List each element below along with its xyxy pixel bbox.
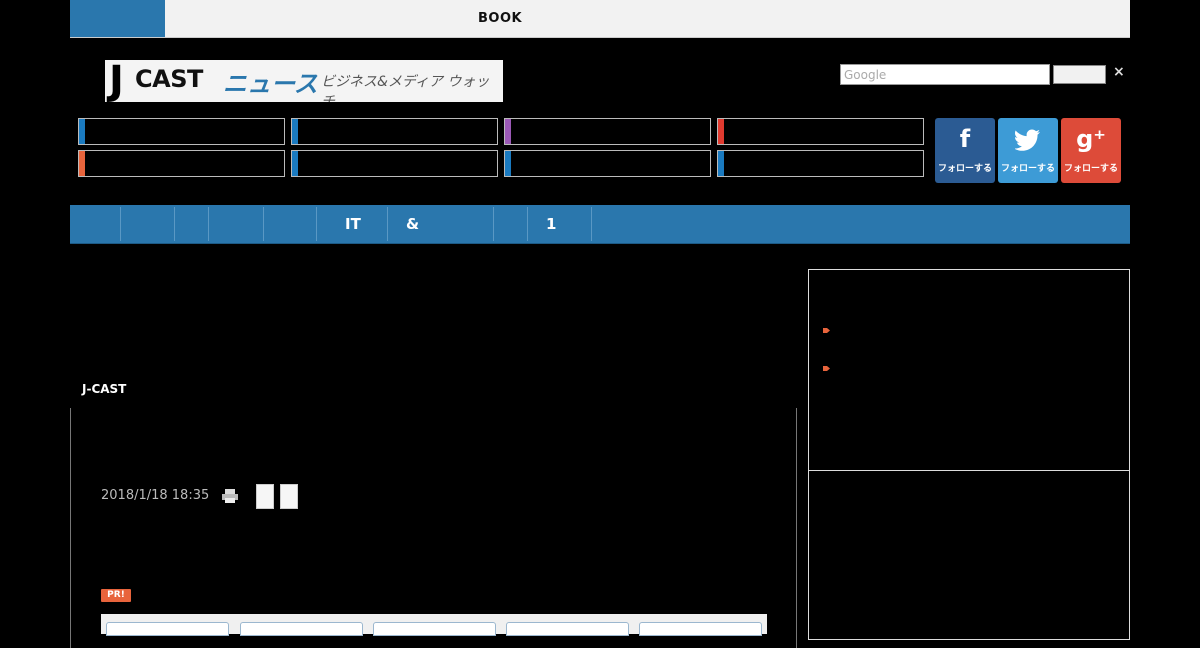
logo-j: J xyxy=(109,60,124,102)
nav-separator xyxy=(591,207,592,241)
breadcrumb[interactable]: J-CAST xyxy=(82,382,126,396)
category-box[interactable] xyxy=(78,150,285,177)
main-nav: IT & 1 xyxy=(70,205,1130,244)
nav-separator xyxy=(316,207,317,241)
pr-badge: PR! xyxy=(101,589,131,602)
nav-separator xyxy=(208,207,209,241)
google-plus-icon: g⁺ xyxy=(1076,125,1106,153)
category-box[interactable] xyxy=(717,150,924,177)
related-tab[interactable] xyxy=(639,622,762,636)
share-button[interactable] xyxy=(280,484,298,509)
related-tab[interactable] xyxy=(506,622,629,636)
twitter-icon xyxy=(998,124,1058,156)
facebook-follow-button[interactable]: f フォローする xyxy=(935,118,995,183)
close-icon[interactable]: × xyxy=(1113,64,1125,80)
logo-tagline: ビジネス&メディア ウォッチ xyxy=(321,74,490,102)
category-box[interactable] xyxy=(504,150,711,177)
bullet-arrow-icon xyxy=(823,318,830,333)
category-box[interactable] xyxy=(291,118,498,145)
nav-separator xyxy=(527,207,528,241)
site-logo[interactable]: J CAST ニュース ビジネス&メディア ウォッチ xyxy=(105,60,503,102)
nav-separator xyxy=(493,207,494,241)
google-plus-follow-label: フォローする xyxy=(1063,164,1118,174)
top-bar: BOOK xyxy=(70,0,1130,38)
facebook-icon: f xyxy=(959,125,971,153)
facebook-follow-label: フォローする xyxy=(937,164,992,174)
sidebar-bottom-box xyxy=(808,470,1130,640)
nav-item-it[interactable]: IT xyxy=(345,215,361,233)
category-box[interactable] xyxy=(78,118,285,145)
related-tab[interactable] xyxy=(373,622,496,636)
category-box[interactable] xyxy=(291,150,498,177)
share-button[interactable] xyxy=(256,484,274,509)
nav-separator xyxy=(174,207,175,241)
nav-separator xyxy=(387,207,388,241)
related-tab[interactable] xyxy=(240,622,363,636)
sidebar-top-box xyxy=(808,269,1130,471)
logo-news: ニュース xyxy=(223,70,318,98)
twitter-follow-button[interactable]: フォローする xyxy=(998,118,1058,183)
category-box[interactable] xyxy=(504,118,711,145)
nav-item-and[interactable]: & xyxy=(406,215,419,233)
article-container xyxy=(70,408,797,648)
topbar-active-tab[interactable] xyxy=(70,0,165,37)
logo-cast: CAST xyxy=(135,65,203,93)
nav-separator xyxy=(263,207,264,241)
nav-separator xyxy=(120,207,121,241)
article-date: 2018/1/18 18:35 xyxy=(101,488,210,503)
search-input[interactable] xyxy=(840,64,1050,85)
topbar-book-link[interactable]: BOOK xyxy=(478,11,522,26)
related-tabs xyxy=(101,614,767,636)
category-box[interactable] xyxy=(717,118,924,145)
google-plus-follow-button[interactable]: g⁺ フォローする xyxy=(1061,118,1121,183)
nav-item-1[interactable]: 1 xyxy=(546,215,556,233)
related-tab[interactable] xyxy=(106,622,229,636)
bullet-arrow-icon xyxy=(823,356,830,371)
twitter-follow-label: フォローする xyxy=(1000,164,1055,174)
search-button[interactable] xyxy=(1053,65,1106,84)
print-icon[interactable] xyxy=(221,488,239,503)
